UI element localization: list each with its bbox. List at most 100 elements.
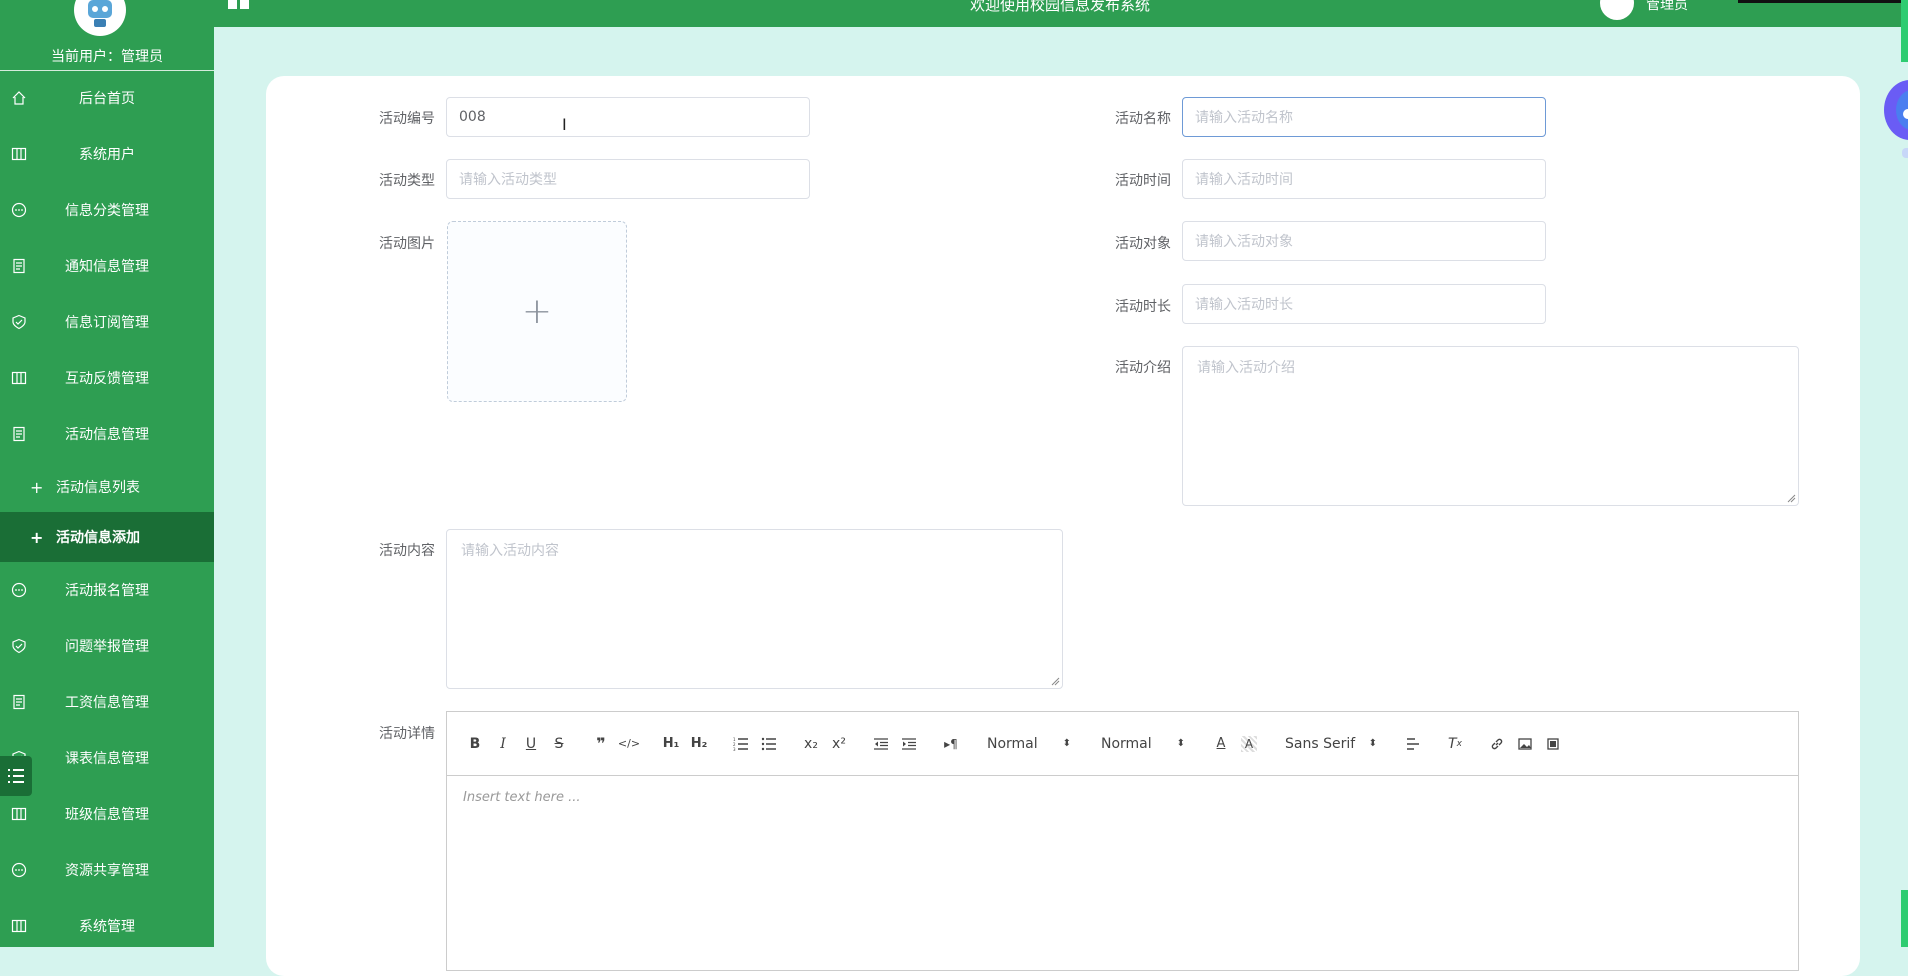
sidebar-item-subscription[interactable]: 信息订阅管理 xyxy=(0,294,214,350)
text-color-icon[interactable]: A xyxy=(1207,732,1235,756)
activity-type-input[interactable]: 请输入活动类型 xyxy=(446,159,810,199)
activity-content-textarea[interactable]: 请输入活动内容 xyxy=(446,529,1063,689)
link-icon[interactable] xyxy=(1483,732,1511,756)
assistant-robot-icon[interactable] xyxy=(1872,70,1908,166)
text-cursor-icon: I xyxy=(562,115,567,134)
align-icon[interactable] xyxy=(1399,732,1427,756)
activity-time-label: 活动时间 xyxy=(1115,173,1171,189)
sidebar-item-system[interactable]: 系统管理 xyxy=(0,898,214,947)
sidebar-item-salary[interactable]: 工资信息管理 xyxy=(0,674,214,730)
header-select[interactable]: Normal ⬍ xyxy=(979,736,1079,752)
activity-content-placeholder: 请输入活动内容 xyxy=(461,543,559,559)
font-select-value: Sans Serif xyxy=(1285,735,1356,752)
activity-no-input[interactable]: 008 xyxy=(446,97,810,137)
superscript-icon[interactable]: x² xyxy=(825,732,853,756)
sidebar-item-label: 活动信息管理 xyxy=(65,427,149,443)
sidebar-item-label: 后台首页 xyxy=(79,91,135,107)
robot-avatar-icon xyxy=(88,0,112,27)
username-label[interactable]: 管理员 xyxy=(1646,0,1688,14)
resize-grip-icon[interactable] xyxy=(1050,676,1060,686)
sidebar-menu: 后台首页 系统用户 信息分类管理 通知信息管理 信息订阅管理 互动反馈管理 活动… xyxy=(0,70,214,947)
activity-time-input[interactable]: 请输入活动时间 xyxy=(1182,159,1546,199)
sidebar-item-label: 工资信息管理 xyxy=(65,695,149,711)
bullet-list-icon[interactable] xyxy=(755,732,783,756)
sidebar-subitem-activity-add[interactable]: + 活动信息添加 xyxy=(0,512,214,562)
sidebar-item-label: 资源共享管理 xyxy=(65,863,149,879)
italic-icon[interactable]: I xyxy=(489,732,517,756)
activity-no-label: 活动编号 xyxy=(379,111,435,127)
editor-content[interactable]: Insert text here ... xyxy=(447,776,1798,819)
page-title: 欢迎使用校园信息发布系统 xyxy=(970,0,1151,14)
sidebar-item-label: 信息分类管理 xyxy=(65,203,149,219)
outdent-icon[interactable] xyxy=(867,732,895,756)
activity-duration-input[interactable]: 请输入活动时长 xyxy=(1182,284,1546,324)
sidebar-item-label: 系统用户 xyxy=(79,147,135,163)
bold-icon[interactable]: B xyxy=(461,732,489,756)
grid-icon[interactable] xyxy=(228,0,250,10)
blockquote-icon[interactable]: ❞ xyxy=(587,732,615,756)
activity-type-label: 活动类型 xyxy=(379,173,435,189)
svg-text:3: 3 xyxy=(733,747,736,751)
image-upload[interactable]: + xyxy=(447,221,627,402)
updown-caret-icon: ⬍ xyxy=(1062,738,1071,749)
sidebar: 当前用户：管理员 后台首页 系统用户 信息分类管理 通知信息管理 信息订阅管理 … xyxy=(0,0,214,947)
underline-icon[interactable]: U xyxy=(517,732,545,756)
sidebar-item-registration[interactable]: 活动报名管理 xyxy=(0,562,214,618)
heading2-icon[interactable]: H₂ xyxy=(685,732,713,756)
font-select[interactable]: Sans Serif ⬍ xyxy=(1277,736,1385,752)
sidebar-item-feedback[interactable]: 互动反馈管理 xyxy=(0,350,214,406)
header-strip xyxy=(1738,0,1908,3)
current-user-label: 当前用户：管理员 xyxy=(51,49,163,65)
activity-target-label: 活动对象 xyxy=(1115,236,1171,252)
activity-intro-textarea[interactable]: 请输入活动介绍 xyxy=(1182,346,1799,506)
sidebar-item-report[interactable]: 问题举报管理 xyxy=(0,618,214,674)
sidebar-subitem-label: 活动信息添加 xyxy=(56,530,140,546)
activity-intro-placeholder: 请输入活动介绍 xyxy=(1197,360,1295,376)
activity-target-input[interactable]: 请输入活动对象 xyxy=(1182,221,1546,261)
code-block-icon[interactable]: </> xyxy=(615,732,643,756)
size-select[interactable]: Normal ⬍ xyxy=(1093,736,1193,752)
sidebar-item-home[interactable]: 后台首页 xyxy=(0,70,214,126)
sidebar-item-info-category[interactable]: 信息分类管理 xyxy=(0,182,214,238)
resize-grip-icon[interactable] xyxy=(1786,493,1796,503)
image-icon[interactable] xyxy=(1511,732,1539,756)
plus-icon: + xyxy=(521,291,553,332)
right-edge-bar xyxy=(1901,0,1908,62)
sidebar-item-notice[interactable]: 通知信息管理 xyxy=(0,238,214,294)
activity-intro-label: 活动介绍 xyxy=(1115,360,1171,376)
clear-format-icon[interactable]: Tx xyxy=(1441,732,1469,756)
indent-icon[interactable] xyxy=(895,732,923,756)
sidebar-subitem-label: 活动信息列表 xyxy=(56,480,140,496)
activity-name-input[interactable]: 请输入活动名称 xyxy=(1182,97,1546,137)
plus-icon: + xyxy=(30,477,44,497)
activity-duration-label: 活动时长 xyxy=(1115,299,1171,315)
updown-caret-icon: ⬍ xyxy=(1368,738,1377,749)
video-icon[interactable] xyxy=(1539,732,1567,756)
strikethrough-icon[interactable]: S xyxy=(545,732,573,756)
subscript-icon[interactable]: x₂ xyxy=(797,732,825,756)
sidebar-item-label: 互动反馈管理 xyxy=(65,371,149,387)
header-select-value: Normal xyxy=(987,735,1038,752)
ordered-list-icon[interactable]: 123 xyxy=(727,732,755,756)
updown-caret-icon: ⬍ xyxy=(1176,738,1185,749)
text-direction-icon[interactable]: ▸¶ xyxy=(937,732,965,756)
sidebar-item-schedule[interactable]: 课表信息管理 xyxy=(0,730,214,786)
sidebar-subitem-activity-list[interactable]: + 活动信息列表 xyxy=(0,462,214,512)
sidebar-item-system-users[interactable]: 系统用户 xyxy=(0,126,214,182)
top-header: 欢迎使用校园信息发布系统 管理员 xyxy=(214,0,1908,27)
list-icon xyxy=(8,769,24,783)
background-color-icon[interactable]: A xyxy=(1241,735,1257,752)
rich-text-editor: B I U S ❞ </> H₁ H₂ 123 x₂ x² ▸¶ Normal … xyxy=(446,711,1799,971)
activity-detail-label: 活动详情 xyxy=(379,726,435,742)
activity-content-label: 活动内容 xyxy=(379,543,435,559)
sidebar-item-label: 活动报名管理 xyxy=(65,583,149,599)
right-edge-bar xyxy=(1901,890,1908,947)
sidebar-item-class[interactable]: 班级信息管理 xyxy=(0,786,214,842)
sidebar-item-label: 问题举报管理 xyxy=(65,639,149,655)
menu-toggle-button[interactable] xyxy=(0,756,32,796)
user-avatar[interactable] xyxy=(1600,0,1634,20)
sidebar-item-resource[interactable]: 资源共享管理 xyxy=(0,842,214,898)
admin-avatar xyxy=(74,0,126,36)
sidebar-item-activity[interactable]: 活动信息管理 xyxy=(0,406,214,462)
heading1-icon[interactable]: H₁ xyxy=(657,732,685,756)
